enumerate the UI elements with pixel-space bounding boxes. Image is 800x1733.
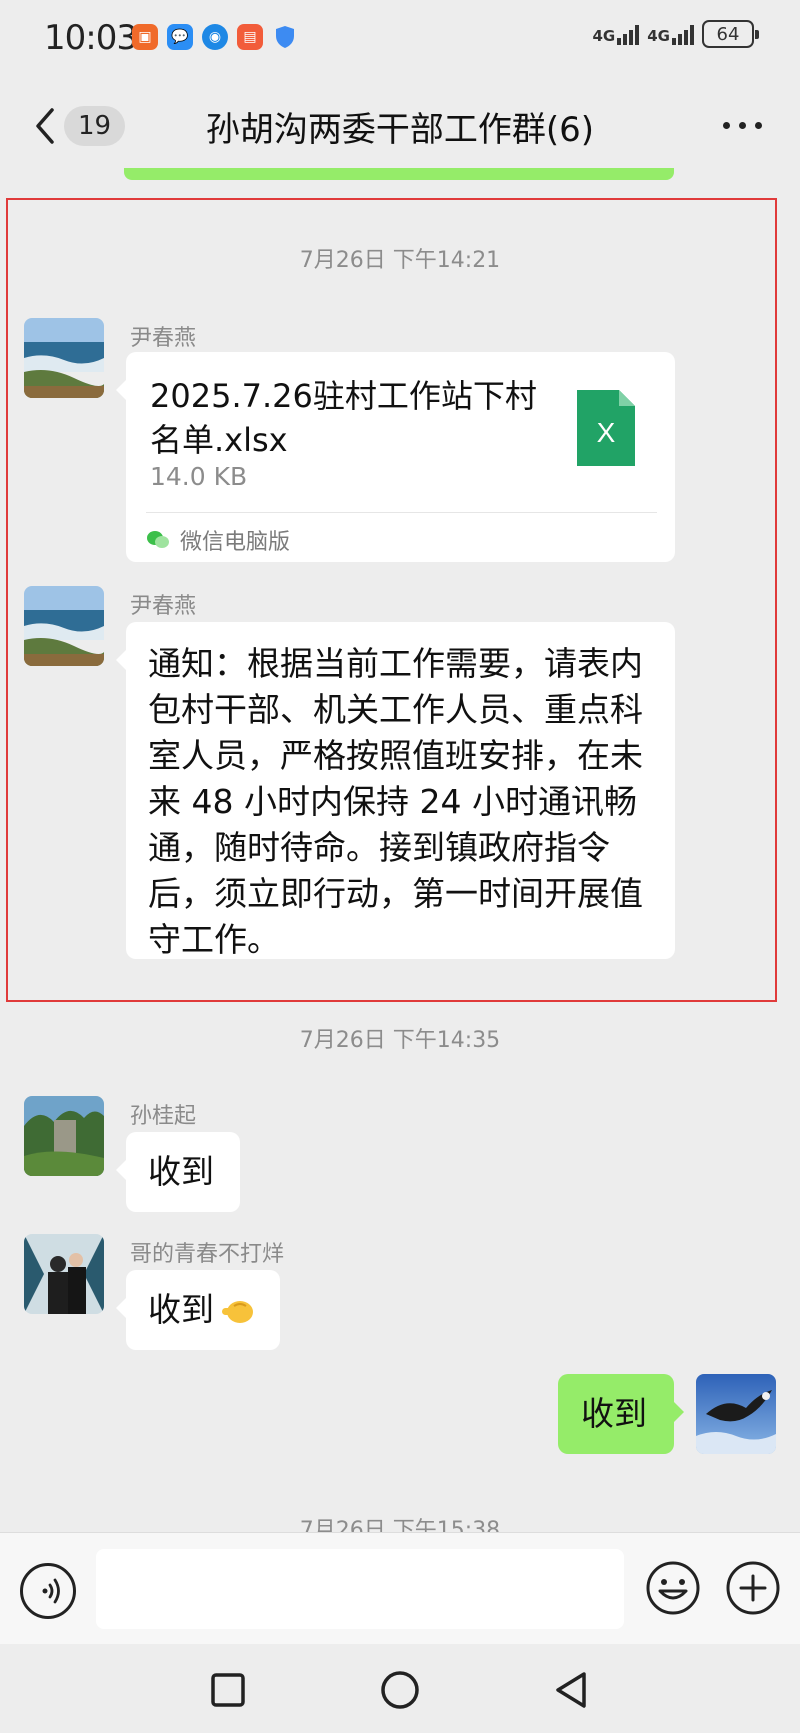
file-message-bubble[interactable]: 2025.7.26驻村工作站下村名单.xlsx 14.0 KB X 微信电脑版	[116, 352, 675, 562]
timestamp: 7月26日 下午14:35	[299, 1028, 501, 1053]
file-source-label: 微信电脑版	[180, 530, 291, 555]
signal-bars-icon	[617, 23, 640, 45]
status-right: 4G 4G 64	[593, 20, 759, 48]
app-icon-orange: ▣	[132, 24, 158, 50]
battery-icon: 64	[702, 20, 759, 48]
avatar[interactable]	[24, 586, 104, 666]
avatar[interactable]	[24, 1234, 104, 1314]
text-message-bubble[interactable]: 通知：根据当前工作需要，请表内包村干部、机关工作人员、重点科室人员，严格按照值班…	[116, 622, 675, 959]
emoji-icon[interactable]	[644, 1559, 702, 1617]
back-nav-icon[interactable]	[548, 1666, 596, 1714]
voice-button[interactable]	[20, 1563, 76, 1619]
file-name: 2025.7.26驻村工作站下村名单.xlsx	[150, 377, 537, 459]
battery-level: 64	[716, 23, 740, 45]
message-content: 收到	[148, 1287, 258, 1333]
message-text: 通知：根据当前工作需要，请表内包村干部、机关工作人员、重点科室人员，严格按照值班…	[148, 644, 643, 959]
chat-header: 19 孙胡沟两委干部工作群(6)	[0, 80, 800, 170]
notification-icons: ▣ 💬 ◉ ▤	[132, 24, 298, 50]
status-bar: 10:03 ▣ 💬 ◉ ▤ 4G 4G 64	[0, 0, 800, 80]
network-label-2: 4G	[647, 27, 670, 45]
sender-name: 尹春燕	[130, 594, 197, 619]
signal-bars-icon	[672, 23, 694, 45]
voice-icon	[42, 1578, 60, 1604]
text-message-bubble[interactable]: 收到	[116, 1132, 240, 1212]
shield-icon	[272, 24, 298, 50]
divider	[146, 512, 657, 513]
status-time: 10:03	[44, 18, 138, 58]
my-message-bubble[interactable]: 收到	[558, 1374, 684, 1454]
signal-2: 4G	[647, 23, 694, 45]
system-nav-bar	[0, 1644, 800, 1733]
recent-apps-icon[interactable]	[204, 1666, 252, 1714]
wechat-icon	[147, 531, 169, 548]
sender-name: 孙桂起	[130, 1104, 197, 1129]
avatar[interactable]	[24, 318, 104, 398]
input-bar	[0, 1532, 800, 1644]
home-icon[interactable]	[376, 1666, 424, 1714]
add-icon[interactable]	[724, 1559, 782, 1617]
svg-text:X: X	[597, 417, 616, 448]
signal-1: 4G	[593, 23, 640, 45]
chat-title: 孙胡沟两委干部工作群(6)	[205, 110, 595, 150]
browser-icon: ◉	[202, 24, 228, 50]
sender-name: 哥的青春不打烊	[130, 1242, 285, 1267]
pointing-hand-emoji	[222, 1301, 253, 1323]
message-text: 收到	[581, 1394, 647, 1433]
app-icon-red: ▤	[237, 24, 263, 50]
previous-message-bubble	[124, 168, 674, 180]
excel-file-icon: X	[577, 390, 635, 466]
message-icon: 💬	[167, 24, 193, 50]
file-source: 微信电脑版	[146, 524, 290, 556]
sender-name: 尹春燕	[130, 326, 197, 351]
file-size: 14.0 KB	[150, 462, 248, 491]
avatar[interactable]	[24, 1096, 104, 1176]
text-message-bubble[interactable]: 收到	[116, 1270, 280, 1350]
more-icon[interactable]	[723, 122, 762, 129]
timestamp: 7月26日 下午14:21	[299, 248, 501, 273]
message-text: 收到	[148, 1290, 214, 1329]
my-avatar[interactable]	[696, 1374, 776, 1454]
message-input[interactable]	[96, 1549, 624, 1629]
message-text: 收到	[148, 1152, 214, 1191]
network-label-1: 4G	[592, 27, 616, 45]
